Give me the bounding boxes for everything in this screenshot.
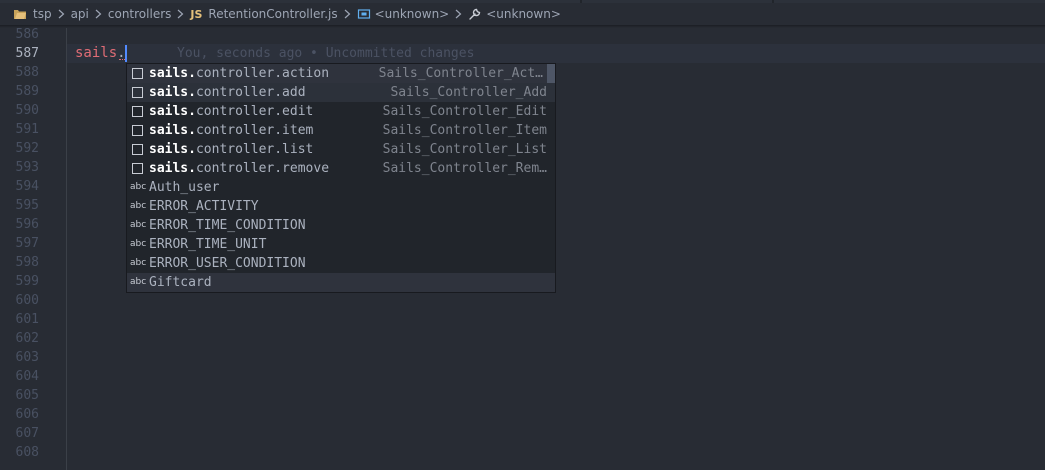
line-number: 593 — [15, 160, 39, 175]
property-icon — [132, 87, 143, 98]
line-number: 605 — [15, 388, 39, 403]
breadcrumb-item-controllers[interactable]: controllers — [108, 7, 172, 21]
wrench-icon — [469, 8, 481, 20]
line-number: 603 — [15, 350, 39, 365]
breadcrumb-item-file[interactable]: JS RetentionController.js — [190, 7, 337, 21]
suggestion-detail: Sails_Controller_Edit — [382, 104, 547, 119]
property-icon — [132, 68, 143, 79]
line-number: 590 — [15, 103, 39, 118]
suggestion-item[interactable]: abc ERROR_USER_CONDITION — [127, 254, 555, 273]
chevron-right-icon — [58, 9, 65, 19]
line-number: 588 — [15, 65, 39, 80]
line-number-gutter: 586 587 588 589 590 591 592 593 594 595 … — [0, 25, 66, 470]
line-number: 599 — [15, 274, 39, 289]
property-icon — [132, 163, 143, 174]
line-number: 586 — [15, 27, 39, 42]
line-number: 591 — [15, 122, 39, 137]
line-number: 589 — [15, 84, 39, 99]
breadcrumb-item-symbol[interactable]: <unknown> — [357, 7, 450, 21]
breadcrumb-label: <unknown> — [486, 7, 561, 21]
suggestion-detail: Sails_Controller_Rem… — [382, 161, 547, 176]
suggestion-label: ERROR_ACTIVITY — [149, 199, 259, 214]
property-icon — [132, 144, 143, 155]
text-abc-icon: abc — [130, 258, 147, 268]
suggestion-item[interactable]: sails.controller.remove Sails_Controller… — [127, 159, 555, 178]
suggestion-item[interactable]: abc ERROR_TIME_CONDITION — [127, 216, 555, 235]
suggestion-label: ERROR_USER_CONDITION — [149, 256, 306, 271]
chevron-right-icon — [455, 9, 462, 19]
suggestion-detail: Sails_Controller_Act… — [378, 66, 543, 81]
text-abc-icon: abc — [130, 220, 147, 230]
line-number: 595 — [15, 198, 39, 213]
scrollbar-thumb[interactable] — [547, 64, 555, 83]
suggestion-detail: Sails_Controller_Item — [382, 123, 547, 138]
breadcrumb-label: api — [70, 7, 89, 21]
suggestion-label: sails.controller.edit — [149, 104, 314, 119]
folder-icon — [14, 10, 26, 19]
line-number: 596 — [15, 217, 39, 232]
breadcrumb-item-method[interactable]: <unknown> — [468, 7, 561, 21]
suggestion-item[interactable]: abc ERROR_TIME_UNIT — [127, 235, 555, 254]
line-number: 597 — [15, 236, 39, 251]
line-number: 604 — [15, 369, 39, 384]
code-line-587[interactable]: sails. — [75, 44, 126, 63]
suggestion-item[interactable]: sails.controller.action Sails_Controller… — [127, 64, 555, 83]
breadcrumb-label: tsp — [33, 7, 52, 21]
chevron-right-icon — [344, 9, 351, 19]
suggestion-label: Auth_user — [149, 180, 220, 195]
breadcrumb-label: controllers — [107, 7, 172, 21]
suggestion-item[interactable]: sails.controller.edit Sails_Controller_E… — [127, 102, 555, 121]
suggestion-item-focused[interactable]: sails.controller.add Sails_Controller_Ad… — [127, 83, 555, 102]
suggestion-item[interactable]: sails.controller.list Sails_Controller_L… — [127, 140, 555, 159]
chevron-right-icon — [95, 9, 102, 19]
line-number: 608 — [15, 445, 39, 460]
breadcrumb-shadow — [0, 25, 1045, 28]
breadcrumb-label: <unknown> — [374, 7, 450, 21]
property-icon — [132, 106, 143, 117]
git-blame-annotation: You, seconds ago • Uncommitted changes — [177, 46, 475, 61]
line-number: 594 — [15, 179, 39, 194]
js-file-icon: JS — [190, 7, 203, 21]
text-cursor — [125, 45, 127, 62]
chevron-right-icon — [177, 9, 184, 19]
text-abc-icon: abc — [130, 182, 147, 192]
suggestion-label: sails.controller.add — [149, 85, 306, 100]
line-number: 606 — [15, 407, 39, 422]
suggestion-label: sails.controller.remove — [149, 161, 330, 176]
breadcrumb-item-folder[interactable]: tsp — [13, 7, 52, 21]
suggestion-detail: Sails_Controller_Add — [390, 85, 547, 100]
breadcrumb-label: RetentionController.js — [208, 7, 338, 21]
line-number-active: 587 — [15, 46, 39, 61]
text-abc-icon: abc — [130, 201, 147, 211]
suggestion-label: Giftcard — [149, 275, 212, 290]
suggestion-label: ERROR_TIME_CONDITION — [149, 218, 306, 233]
suggestion-detail: Sails_Controller_List — [382, 142, 547, 157]
suggestion-label: sails.controller.list — [149, 142, 314, 157]
text-abc-icon: abc — [130, 277, 147, 287]
suggestion-item[interactable]: sails.controller.item Sails_Controller_I… — [127, 121, 555, 140]
line-number: 598 — [15, 255, 39, 270]
breadcrumb-item-api[interactable]: api — [71, 7, 89, 21]
property-icon — [132, 125, 143, 136]
line-number: 601 — [15, 312, 39, 327]
suggestion-label: sails.controller.item — [149, 123, 314, 138]
suggestion-item[interactable]: abc Giftcard — [127, 273, 555, 292]
code-identifier: sails — [75, 45, 118, 61]
suggestion-label: sails.controller.action — [149, 66, 330, 81]
line-number: 592 — [15, 141, 39, 156]
breadcrumb: tsp api controllers JS RetentionControll… — [0, 3, 1045, 25]
text-abc-icon: abc — [130, 239, 147, 249]
suggestion-item[interactable]: abc Auth_user — [127, 178, 555, 197]
suggestion-label: ERROR_TIME_UNIT — [149, 237, 267, 252]
line-number: 602 — [15, 331, 39, 346]
gutter-divider — [66, 28, 67, 470]
line-number: 600 — [15, 293, 39, 308]
suggestion-widget[interactable]: sails.controller.action Sails_Controller… — [126, 63, 556, 293]
suggestion-item[interactable]: abc ERROR_ACTIVITY — [127, 197, 555, 216]
line-number: 607 — [15, 426, 39, 441]
symbol-icon — [357, 9, 370, 19]
